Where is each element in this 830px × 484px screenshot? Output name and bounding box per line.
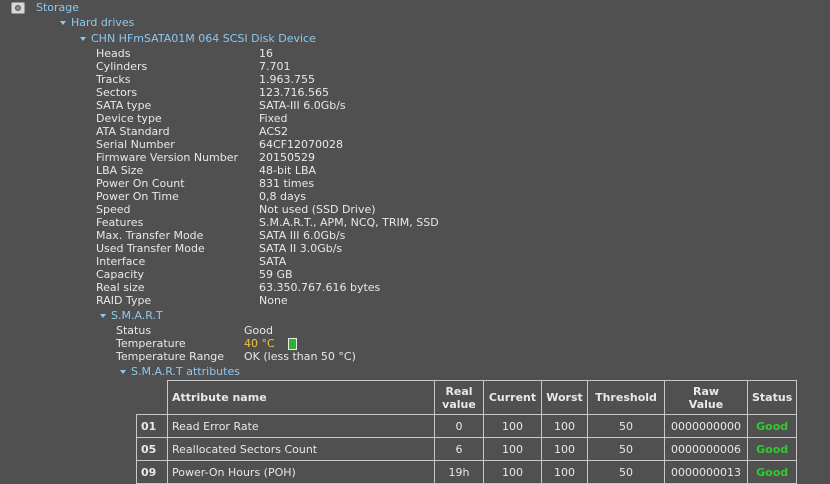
temperature-indicator-icon [288,338,297,350]
table-row: 01 Read Error Rate 0 100 100 50 0000000000 Good [136,414,798,438]
raw-value-cell: 0000000013 [664,460,748,484]
property-label: Device type [96,112,162,125]
real-value-cell: 6 [434,437,484,461]
tree-node-device-label: CHN HFmSATA01M 064 SCSI Disk Device [91,32,316,45]
raw-value-cell: 0000000000 [664,414,748,438]
header-status: Status [746,380,798,415]
smart-temperature-range-value: OK (less than 50 °C) [244,350,356,363]
table-row: 09 Power-On Hours (POH) 19h 100 100 50 0000000… [136,460,798,484]
property-value: SATA II 3.0Gb/s [259,242,343,255]
property-label: Sectors [96,86,138,99]
property-value: 831 times [259,177,315,190]
collapse-arrow-icon[interactable] [120,370,126,374]
property-label: Capacity [96,268,145,281]
header-real-value: Real value [434,380,484,415]
header-raw-value: Raw Value [664,380,748,415]
status-cell: Good [746,437,798,461]
property-label: Tracks [96,73,131,86]
property-value: SATA-III 6.0Gb/s [259,99,346,112]
worst-cell: 100 [541,414,588,438]
smart-temperature-range-label: Temperature Range [116,350,225,363]
property-value: 64CF12070028 [259,138,343,151]
threshold-cell: 50 [587,414,665,438]
collapse-arrow-icon[interactable] [100,314,106,318]
property-value: None [259,294,288,307]
table-row: 05 Reallocated Sectors Count 6 100 100 50 0000… [136,437,798,461]
smart-temperature-label: Temperature [116,337,186,350]
current-cell: 100 [483,414,542,438]
property-value: 16 [259,47,273,60]
property-label: ATA Standard [96,125,170,138]
collapse-arrow-icon[interactable] [60,21,66,25]
threshold-cell: 50 [587,437,665,461]
property-label: Interface [96,255,146,268]
attribute-name-cell: Reallocated Sectors Count [167,437,435,461]
tree-node-smart-attributes-label: S.M.A.R.T attributes [131,365,240,378]
property-label: Power On Count [96,177,185,190]
smart-attributes-table: Attribute name Real value Current Worst T… [136,380,798,484]
tree-node-smart-label: S.M.A.R.T [111,309,163,322]
property-value: Not used (SSD Drive) [259,203,376,216]
property-label: Power On Time [96,190,179,203]
smart-status-label: Status [116,324,152,337]
worst-cell: 100 [541,437,588,461]
real-value-cell: 0 [434,414,484,438]
header-attribute-name: Attribute name [167,380,435,415]
attribute-id-cell: 09 [136,460,168,484]
status-cell: Good [746,460,798,484]
property-value: 20150529 [259,151,315,164]
tree-node-smart-attributes[interactable]: S.M.A.R.T attributes [120,365,240,379]
property-label: Max. Transfer Mode [96,229,204,242]
property-value: ACS2 [259,125,288,138]
tree-node-device[interactable]: CHN HFmSATA01M 064 SCSI Disk Device [80,32,316,46]
property-label: Heads [96,47,131,60]
header-blank-cell [136,380,168,415]
property-label: Cylinders [96,60,148,73]
property-value: S.M.A.R.T., APM, NCQ, TRIM, SSD [259,216,439,229]
property-label: SATA type [96,99,152,112]
attribute-id-cell: 01 [136,414,168,438]
property-value: 63.350.767.616 bytes [259,281,381,294]
collapse-arrow-icon[interactable] [80,37,86,41]
property-label: LBA Size [96,164,144,177]
property-label: Real size [96,281,145,294]
current-cell: 100 [483,437,542,461]
tree-node-storage[interactable]: Storage [36,1,79,15]
property-value: 59 GB [259,268,293,281]
tree-node-hard-drives-label: Hard drives [71,16,135,29]
property-label: Speed [96,203,131,216]
attribute-name-cell: Read Error Rate [167,414,435,438]
property-value: 1.963.755 [259,73,315,86]
property-value: 0,8 days [259,190,306,203]
property-value: Fixed [259,112,288,125]
smart-temperature-value: 40 °C [244,337,275,350]
property-label: Firmware Version Number [96,151,239,164]
property-value: SATA [259,255,287,268]
table-header-row: Attribute name Real value Current Worst T… [136,380,798,415]
property-value: 48-bit LBA [259,164,317,177]
attribute-name-cell: Power-On Hours (POH) [167,460,435,484]
header-threshold: Threshold [587,380,665,415]
property-label: Features [96,216,144,229]
tree-node-smart[interactable]: S.M.A.R.T [100,309,163,323]
smart-status-value: Good [244,324,273,337]
property-value: 7.701 [259,60,291,73]
header-worst: Worst [541,380,588,415]
hard-drive-icon [11,2,25,14]
tree-node-hard-drives[interactable]: Hard drives [60,16,134,30]
real-value-cell: 19h [434,460,484,484]
property-label: Used Transfer Mode [96,242,205,255]
property-value: 123.716.565 [259,86,329,99]
property-value: SATA III 6.0Gb/s [259,229,346,242]
status-cell: Good [746,414,798,438]
property-label: RAID Type [96,294,152,307]
current-cell: 100 [483,460,542,484]
attribute-id-cell: 05 [136,437,168,461]
tree-node-storage-label: Storage [36,1,80,14]
worst-cell: 100 [541,460,588,484]
threshold-cell: 50 [587,460,665,484]
header-current: Current [483,380,542,415]
raw-value-cell: 0000000006 [664,437,748,461]
property-label: Serial Number [96,138,175,151]
